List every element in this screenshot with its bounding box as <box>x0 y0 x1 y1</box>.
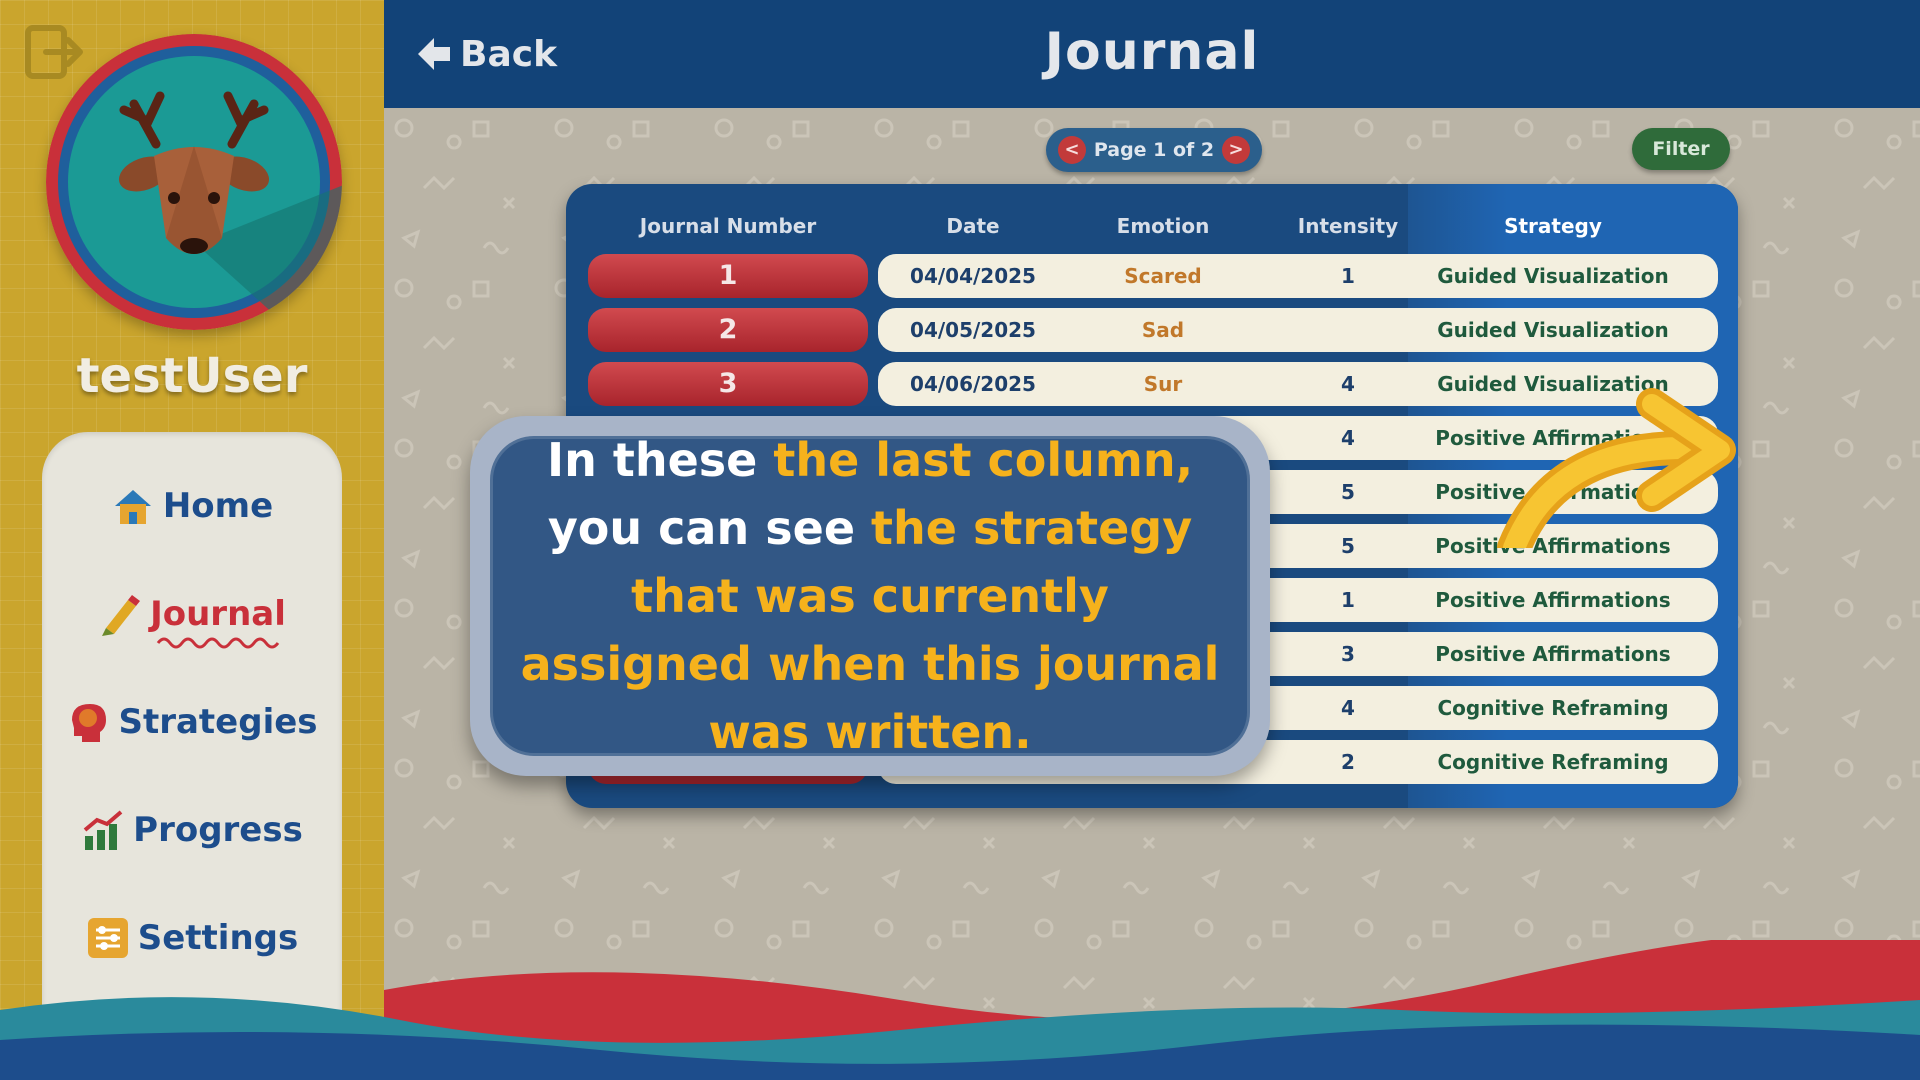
username: testUser <box>76 348 308 404</box>
pointer-arrow-icon <box>1497 388 1736 548</box>
strategy-cell: Cognitive Reframing <box>1437 696 1669 720</box>
tutorial-text-part: In these <box>546 433 774 487</box>
header-bar: Back Journal <box>384 0 1920 108</box>
journal-number-cell[interactable]: 1 <box>588 254 868 298</box>
next-page-button[interactable]: > <box>1221 136 1250 164</box>
strategy-cell: Positive Affirmations <box>1435 642 1671 666</box>
deer-avatar-icon <box>46 34 342 330</box>
strategy-cell: Positive Affirmations <box>1435 588 1671 612</box>
strategy-cell: Cognitive Reframing <box>1437 750 1669 774</box>
brain-head-icon <box>72 704 107 742</box>
logout-icon[interactable] <box>24 24 84 80</box>
strategy-cell: Guided Visualization <box>1437 318 1669 342</box>
column-header-number: Journal Number <box>639 214 817 238</box>
column-header-date: Date <box>946 214 1000 238</box>
tutorial-text-part: you can see <box>547 501 872 555</box>
date-cell: 04/06/2025 <box>910 372 1036 396</box>
emotion-cell: Sad <box>1141 318 1185 342</box>
prev-page-button[interactable]: < <box>1058 136 1086 164</box>
nav-item-progress[interactable]: Progress <box>42 798 342 862</box>
nav-label-journal: Journal <box>150 594 286 634</box>
nav-label-strategies: Strategies <box>118 702 318 742</box>
journal-number-cell[interactable]: 2 <box>588 308 868 352</box>
tutorial-text-highlight: the last column, <box>773 433 1194 487</box>
column-header-strategy: Strategy <box>1504 214 1602 238</box>
sidebar: testUser Home Journal Strategies Progres… <box>0 0 384 1080</box>
chart-icon <box>83 810 123 850</box>
pagination-control: < Page 1 of 2 > <box>1046 128 1262 172</box>
nav-label-progress: Progress <box>133 810 303 850</box>
column-header-emotion: Emotion <box>1116 214 1210 238</box>
tutorial-tooltip: In these the last column, you can see th… <box>470 416 1270 776</box>
journal-number-cell[interactable]: 3 <box>588 362 868 406</box>
emotion-cell: Scared <box>1124 264 1202 288</box>
strategy-cell: Guided Visualization <box>1437 264 1669 288</box>
wave-decoration <box>0 940 1920 1080</box>
tutorial-text: In these the last column, you can see th… <box>510 426 1230 766</box>
home-icon <box>114 490 151 524</box>
table-row[interactable]: 1 04/04/2025 Scared 1 Guided Visualization <box>566 254 1738 298</box>
pencil-icon <box>102 595 141 636</box>
nav-item-home[interactable]: Home <box>42 474 342 538</box>
nav-item-strategies[interactable]: Strategies <box>42 690 342 754</box>
avatar[interactable] <box>46 34 342 330</box>
date-cell: 04/05/2025 <box>910 318 1036 342</box>
active-underline-icon <box>156 637 280 649</box>
filter-button[interactable]: Filter <box>1632 128 1730 170</box>
nav-item-journal[interactable]: Journal <box>42 582 342 649</box>
tutorial-tooltip-body: In these the last column, you can see th… <box>490 433 1250 759</box>
page-title: Journal <box>1044 22 1260 82</box>
nav-label-home: Home <box>162 486 274 526</box>
date-cell: 04/04/2025 <box>910 264 1036 288</box>
page-indicator: Page 1 of 2 <box>1093 139 1215 161</box>
table-row[interactable]: 2 04/05/2025 Sad Guided Visualization <box>566 308 1738 352</box>
emotion-cell: Sur <box>1143 372 1183 396</box>
